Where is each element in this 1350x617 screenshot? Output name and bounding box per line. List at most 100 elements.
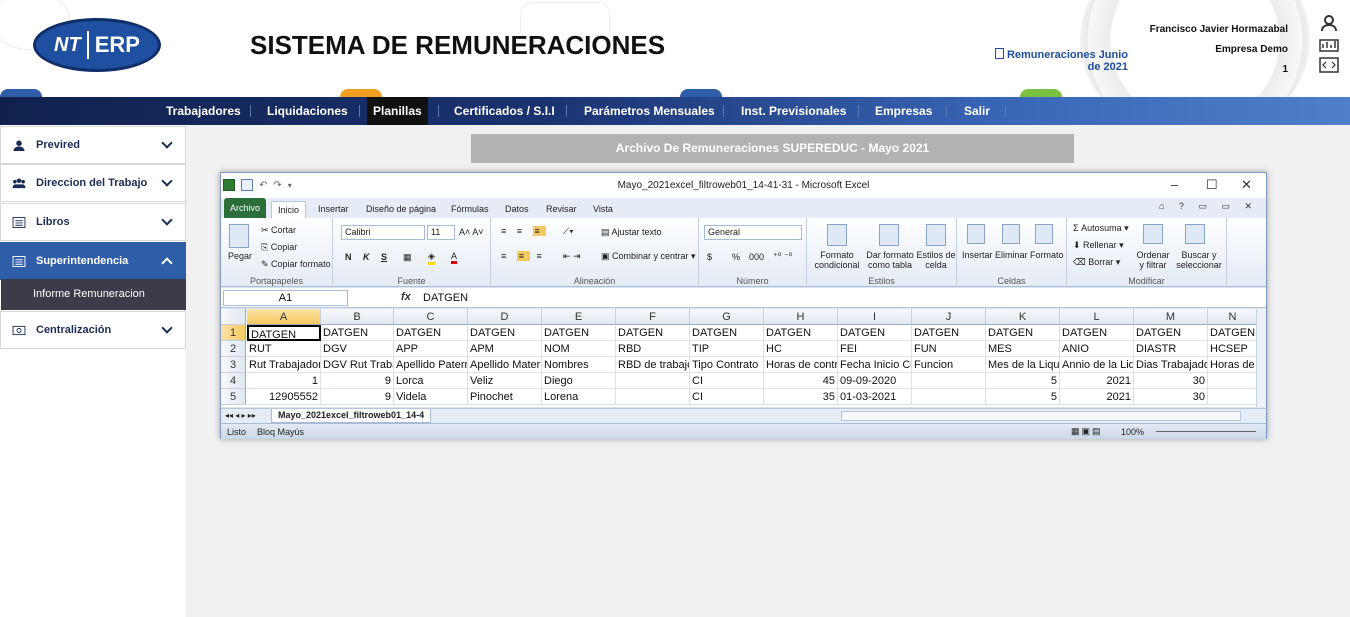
tab-archivo[interactable]: Archivo xyxy=(224,198,267,218)
format-cells-icon[interactable] xyxy=(1035,224,1053,244)
sort-filter-icon[interactable] xyxy=(1143,224,1163,244)
sheet-nav-icons[interactable]: ◂◂ ◂ ▸ ▸▸ xyxy=(225,411,256,420)
column-header[interactable]: E xyxy=(542,309,616,325)
paste-button[interactable]: Pegar xyxy=(228,251,252,261)
cell[interactable]: DATGEN xyxy=(764,325,838,341)
cell[interactable]: APP xyxy=(394,341,468,357)
number-format-select[interactable]: General xyxy=(704,225,802,240)
cell[interactable]: FEI xyxy=(838,341,912,357)
column-header[interactable]: C xyxy=(394,309,468,325)
minimize-icon[interactable]: – xyxy=(1171,177,1178,192)
select-all-corner[interactable] xyxy=(221,309,246,325)
nav-parametros-mensuales[interactable]: Parámetros Mensuales xyxy=(578,97,721,125)
cell[interactable]: 2021 xyxy=(1060,389,1134,405)
nav-salir[interactable]: Salir xyxy=(958,97,996,125)
cell[interactable]: Horas de contrato xyxy=(764,357,838,373)
borders-icon[interactable]: ▦ xyxy=(403,252,412,263)
cell[interactable]: 2021 xyxy=(1060,373,1134,389)
copy-button[interactable]: ⎘ Copiar xyxy=(261,242,297,253)
horizontal-scrollbar[interactable] xyxy=(841,411,1241,421)
user-icon[interactable] xyxy=(1318,14,1340,32)
sheet-tab[interactable]: Mayo_2021excel_filtroweb01_14-4 xyxy=(271,409,432,423)
cell[interactable]: Mes de la Liquidacion xyxy=(986,357,1060,373)
column-header[interactable]: B xyxy=(321,309,394,325)
sidebar-item-centralizacion[interactable]: Centralización xyxy=(0,311,186,349)
sidebar-item-libros[interactable]: Libros xyxy=(0,203,186,241)
nav-trabajadores[interactable]: Trabajadores xyxy=(160,97,247,125)
cell[interactable]: Diego xyxy=(542,373,616,389)
cell[interactable]: Fecha Inicio Contrato xyxy=(838,357,912,373)
cell[interactable]: DATGEN xyxy=(838,325,912,341)
cell[interactable]: Lorena xyxy=(542,389,616,405)
conditional-format-icon[interactable] xyxy=(827,224,847,246)
paste-icon[interactable] xyxy=(229,224,249,248)
cell[interactable]: CI xyxy=(690,389,764,405)
insert-button[interactable]: Insertar xyxy=(962,250,993,260)
merge-center-button[interactable]: ▣ Combinar y centrar ▾ xyxy=(601,251,696,262)
name-box[interactable]: A1 xyxy=(223,290,348,306)
horizontal-align-icons[interactable]: ≡ ≡ ≡ xyxy=(501,251,546,261)
cell[interactable]: Annio de la Liquidacion xyxy=(1060,357,1134,373)
column-header[interactable]: K xyxy=(986,309,1060,325)
column-header[interactable]: J xyxy=(912,309,986,325)
row-header[interactable]: 1 xyxy=(221,325,246,341)
cell[interactable]: 30 xyxy=(1134,373,1208,389)
binoculars-icon[interactable] xyxy=(1185,224,1205,244)
row-header[interactable]: 3 xyxy=(221,357,246,373)
cell[interactable]: Tipo Contrato xyxy=(690,357,764,373)
cell[interactable]: Apellido Paterno xyxy=(394,357,468,373)
conditional-format-button[interactable]: Formato condicional xyxy=(811,250,863,270)
cut-button[interactable]: ✂ Cortar xyxy=(261,225,296,236)
cell[interactable]: Dias Trabajados xyxy=(1134,357,1208,373)
column-header[interactable]: M xyxy=(1134,309,1208,325)
decimal-icons[interactable]: ⁺⁰ ⁻⁰ xyxy=(773,251,792,262)
cell[interactable]: Veliz xyxy=(468,373,542,389)
cell[interactable]: TIP xyxy=(690,341,764,357)
sidebar-item-previred[interactable]: Previred xyxy=(0,126,186,164)
cell[interactable]: MES xyxy=(986,341,1060,357)
cell[interactable]: DATGEN xyxy=(912,325,986,341)
ribbon-window-controls[interactable]: ⌂ ? ▭ ▭ ✕ xyxy=(1159,201,1258,212)
font-select[interactable]: Calibri xyxy=(341,225,425,240)
cell[interactable]: 1 xyxy=(247,373,321,389)
close-icon[interactable]: ✕ xyxy=(1241,177,1252,193)
cell[interactable]: Pinochet xyxy=(468,389,542,405)
column-header[interactable]: G xyxy=(690,309,764,325)
tab-diseno-de-pagina[interactable]: Diseño de página xyxy=(360,201,442,218)
cell[interactable]: DATGEN xyxy=(616,325,690,341)
percent-button[interactable]: % xyxy=(732,252,740,262)
cell-styles-icon[interactable] xyxy=(926,224,946,246)
fill-color-icon[interactable]: ◈ xyxy=(428,251,435,265)
code-icon[interactable] xyxy=(1318,56,1340,74)
cell[interactable]: CI xyxy=(690,373,764,389)
cell[interactable]: DATGEN xyxy=(1208,325,1256,341)
cell[interactable]: 5 xyxy=(986,373,1060,389)
font-color-icon[interactable]: A xyxy=(451,251,458,264)
cell[interactable]: NOM xyxy=(542,341,616,357)
tab-revisar[interactable]: Revisar xyxy=(540,201,583,218)
cell[interactable]: 45 xyxy=(764,373,838,389)
cell[interactable]: DATGEN xyxy=(247,325,321,341)
tab-vista[interactable]: Vista xyxy=(587,201,619,218)
sidebar-item-superintendencia[interactable]: Superintendencia xyxy=(0,242,186,280)
nav-empresas[interactable]: Empresas xyxy=(869,97,938,125)
cell[interactable]: RUT xyxy=(247,341,321,357)
cell[interactable]: DATGEN xyxy=(468,325,542,341)
row-header[interactable]: 5 xyxy=(221,389,246,405)
cell[interactable]: DATGEN xyxy=(1134,325,1208,341)
cell[interactable] xyxy=(912,373,986,389)
row-header[interactable]: 2 xyxy=(221,341,246,357)
table-format-button[interactable]: Dar formato como tabla xyxy=(865,250,915,270)
nav-planillas[interactable]: Planillas xyxy=(367,97,428,125)
cell[interactable]: 01-03-2021 xyxy=(838,389,912,405)
cell[interactable]: 30 xyxy=(1134,389,1208,405)
cell[interactable]: DATGEN xyxy=(986,325,1060,341)
cell[interactable] xyxy=(1208,389,1256,405)
column-header[interactable]: A xyxy=(247,309,321,325)
cell[interactable]: DIASTR xyxy=(1134,341,1208,357)
cell[interactable]: DATGEN xyxy=(690,325,764,341)
fill-button[interactable]: ⬇ Rellenar ▾ xyxy=(1073,240,1124,251)
tab-datos[interactable]: Datos xyxy=(499,201,535,218)
cell[interactable]: 09-09-2020 xyxy=(838,373,912,389)
delete-cells-icon[interactable] xyxy=(1002,224,1020,244)
